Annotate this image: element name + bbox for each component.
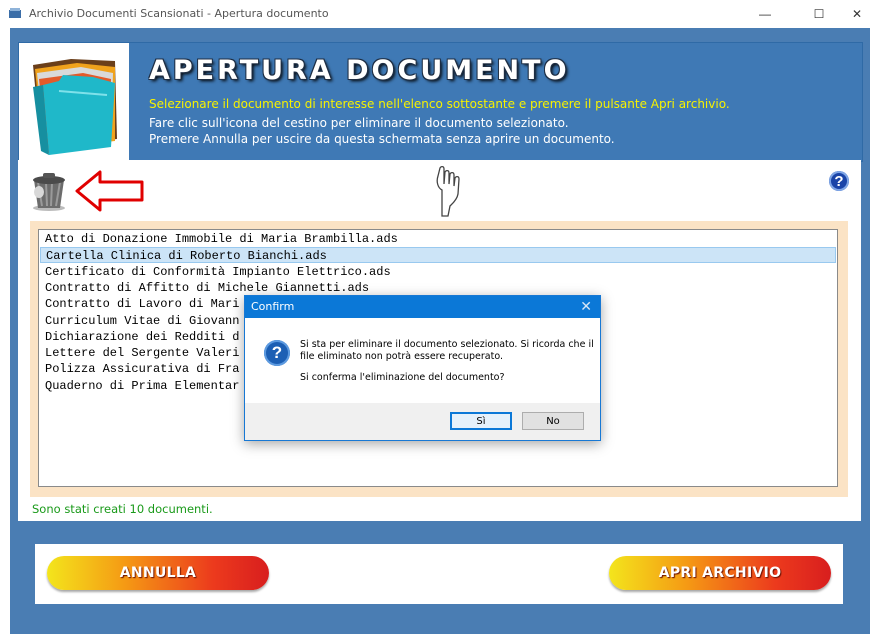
list-item[interactable]: Certificato di Conformità Impianto Elett…: [40, 264, 836, 280]
minimize-button[interactable]: —: [742, 0, 788, 28]
cancel-button-label: ANNULLA: [119, 565, 197, 581]
open-archive-button-label: APRI ARCHIVIO: [658, 565, 782, 581]
dialog-message-line3: Si conferma l'eliminazione del documento…: [300, 372, 505, 383]
pointing-hand-icon: [436, 165, 460, 217]
help-button[interactable]: ?: [829, 171, 849, 191]
cancel-button[interactable]: ANNULLA: [47, 556, 269, 590]
dialog-message-line2: file eliminato non potrà essere recupera…: [300, 351, 504, 362]
list-item[interactable]: Contratto di Affitto di Michele Giannett…: [40, 280, 836, 296]
window-titlebar: Archivio Documenti Scansionati - Apertur…: [0, 0, 880, 28]
list-item[interactable]: Cartella Clinica di Roberto Bianchi.ads: [40, 247, 836, 264]
dialog-footer: Sì No: [245, 403, 600, 440]
dialog-message-line1: Si sta per eliminare il documento selezi…: [300, 339, 594, 350]
close-icon: ✕: [851, 7, 863, 21]
folder-icon-box: [19, 43, 129, 161]
window-title: Archivio Documenti Scansionati - Apertur…: [29, 7, 329, 20]
status-text: Sono stati creati 10 documenti.: [32, 502, 213, 516]
instruction-select: Selezionare il documento di interesse ne…: [149, 97, 730, 111]
folder-icon: [33, 59, 117, 155]
yes-button[interactable]: Sì: [450, 412, 512, 430]
red-arrow-icon: [75, 170, 144, 212]
instruction-cancel: Premere Annulla per uscire da questa sch…: [149, 132, 615, 146]
no-button[interactable]: No: [522, 412, 584, 430]
dialog-titlebar: Confirm ✕: [245, 296, 600, 318]
dialog-close-icon[interactable]: ✕: [580, 298, 592, 315]
instruction-delete: Fare clic sull'icona del cestino per eli…: [149, 116, 569, 130]
question-icon: ?: [264, 340, 290, 366]
open-archive-button[interactable]: APRI ARCHIVIO: [609, 556, 831, 590]
list-item[interactable]: Atto di Donazione Immobile di Maria Bram…: [40, 231, 836, 247]
header-banner: APERTURA DOCUMENTO Selezionare il docume…: [18, 42, 863, 162]
confirm-dialog: Confirm ✕ ? Si sta per eliminare il docu…: [244, 295, 601, 441]
trash-icon[interactable]: [28, 168, 70, 212]
maximize-icon: ☐: [813, 7, 825, 21]
close-window-button[interactable]: ✕: [834, 0, 880, 28]
dialog-title: Confirm: [251, 300, 295, 313]
help-icon: ?: [834, 172, 844, 190]
app-icon: [9, 8, 21, 18]
minimize-icon: —: [759, 7, 771, 21]
page-title: APERTURA DOCUMENTO: [149, 55, 570, 86]
bottom-bar: ANNULLA APRI ARCHIVIO: [35, 544, 843, 604]
